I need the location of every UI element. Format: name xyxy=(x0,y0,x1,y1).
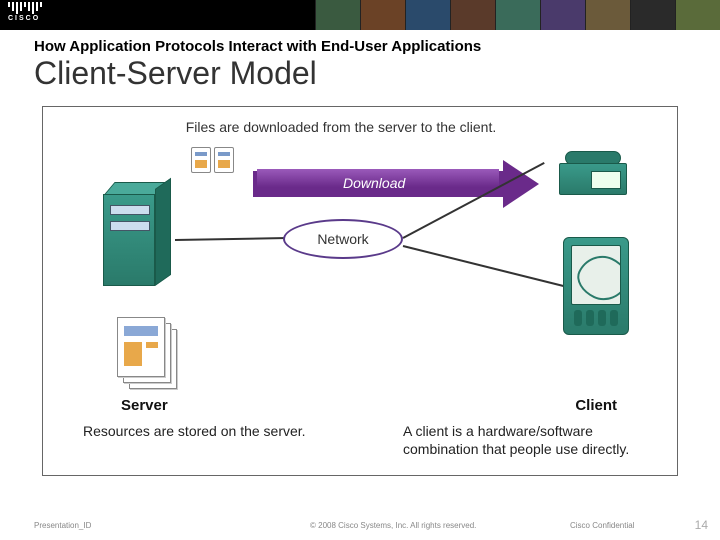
client-label: Client xyxy=(575,397,617,414)
header-photo-strip xyxy=(315,0,720,30)
server-label: Server xyxy=(121,397,168,414)
client-caption: A client is a hardware/software combinat… xyxy=(403,423,663,458)
network-wire-bottom-right xyxy=(403,245,568,288)
slide-title: Client-Server Model xyxy=(0,55,720,96)
footer-page-number: 14 xyxy=(695,518,708,532)
diagram-top-caption: Files are downloaded from the server to … xyxy=(151,119,531,135)
footer-copyright: © 2008 Cisco Systems, Inc. All rights re… xyxy=(310,521,476,530)
file-icon xyxy=(191,147,211,173)
diagram-frame: Files are downloaded from the server to … xyxy=(42,106,678,476)
download-label: Download xyxy=(343,175,405,191)
file-icon xyxy=(214,147,234,173)
server-icon xyxy=(103,182,173,287)
footer-presentation-id: Presentation_ID xyxy=(34,521,91,530)
top-bar: cisco xyxy=(0,0,720,30)
network-wire-left xyxy=(175,237,287,241)
slide: cisco How Application Protocols Interact… xyxy=(0,0,720,540)
footer-confidential: Cisco Confidential xyxy=(570,521,634,530)
file-icons-top xyxy=(191,147,234,173)
slide-subheading: How Application Protocols Interact with … xyxy=(0,30,720,55)
pda-icon xyxy=(563,237,629,335)
cisco-logo-text: cisco xyxy=(8,15,42,22)
server-caption: Resources are stored on the server. xyxy=(83,423,343,441)
cisco-logo: cisco xyxy=(8,2,42,22)
footer: Presentation_ID © 2008 Cisco Systems, In… xyxy=(0,510,720,540)
cisco-logo-bars xyxy=(8,2,42,14)
phone-icon xyxy=(559,147,629,197)
network-label: Network xyxy=(317,231,368,247)
network-node: Network xyxy=(283,219,403,259)
